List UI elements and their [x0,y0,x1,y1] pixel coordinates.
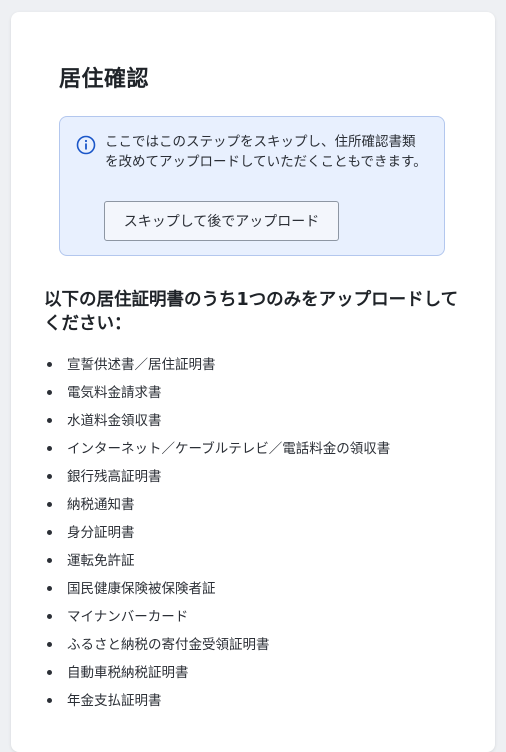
document-label: 銀行残高証明書 [67,469,162,485]
bullet-icon [47,474,52,479]
skip-upload-later-button[interactable]: スキップして後でアップロード [104,201,339,241]
accepted-documents-list: 宣誓供述書／居住証明書 電気料金請求書 水道料金領収書 インターネット／ケーブル… [45,354,390,718]
list-item: インターネット／ケーブルテレビ／電話料金の領収書 [45,438,390,466]
bullet-icon [47,502,52,507]
list-item: 年金支払証明書 [45,690,390,718]
list-item: 水道料金領収書 [45,410,390,438]
list-item: 身分証明書 [45,522,390,550]
list-item: 電気料金請求書 [45,382,390,410]
list-item: 国民健康保険被保険者証 [45,578,390,606]
page-title: 居住確認 [59,67,150,92]
bullet-icon [47,670,52,675]
document-label: 水道料金領収書 [67,413,162,429]
list-item: ふるさと納税の寄付金受領証明書 [45,634,390,662]
documents-heading: 以下の居住証明書のうち1つのみをアップロードしてください： [44,290,459,334]
info-circle-icon [76,135,96,155]
bullet-icon [47,390,52,395]
list-item: 納税通知書 [45,494,390,522]
bullet-icon [47,614,52,619]
document-label: 国民健康保険被保険者証 [67,581,216,597]
list-item: 銀行残高証明書 [45,466,390,494]
document-label: インターネット／ケーブルテレビ／電話料金の領収書 [67,441,391,457]
document-label: 電気料金請求書 [67,385,162,401]
skip-info-message: ここではこのステップをスキップし、住所確認書類を改めてアップロードしていただくこ… [105,134,427,170]
list-item: 自動車税納税証明書 [45,662,390,690]
skip-info-box: ここではこのステップをスキップし、住所確認書類を改めてアップロードしていただくこ… [59,116,445,256]
list-item: マイナンバーカード [45,606,390,634]
bullet-icon [47,362,52,367]
bullet-icon [47,418,52,423]
document-label: 身分証明書 [67,525,135,541]
document-label: マイナンバーカード [67,609,189,625]
document-label: ふるさと納税の寄付金受領証明書 [67,637,270,653]
bullet-icon [47,530,52,535]
document-label: 年金支払証明書 [67,693,162,709]
bullet-icon [47,698,52,703]
document-label: 納税通知書 [67,497,135,513]
bullet-icon [47,558,52,563]
residence-verification-card: 居住確認 ここではこのステップをスキップし、住所確認書類を改めてアップロードして… [11,12,495,752]
document-label: 運転免許証 [67,553,135,569]
list-item: 運転免許証 [45,550,390,578]
document-label: 宣誓供述書／居住証明書 [67,357,216,373]
bullet-icon [47,586,52,591]
document-label: 自動車税納税証明書 [67,665,189,681]
bullet-icon [47,642,52,647]
list-item: 宣誓供述書／居住証明書 [45,354,390,382]
bullet-icon [47,446,52,451]
